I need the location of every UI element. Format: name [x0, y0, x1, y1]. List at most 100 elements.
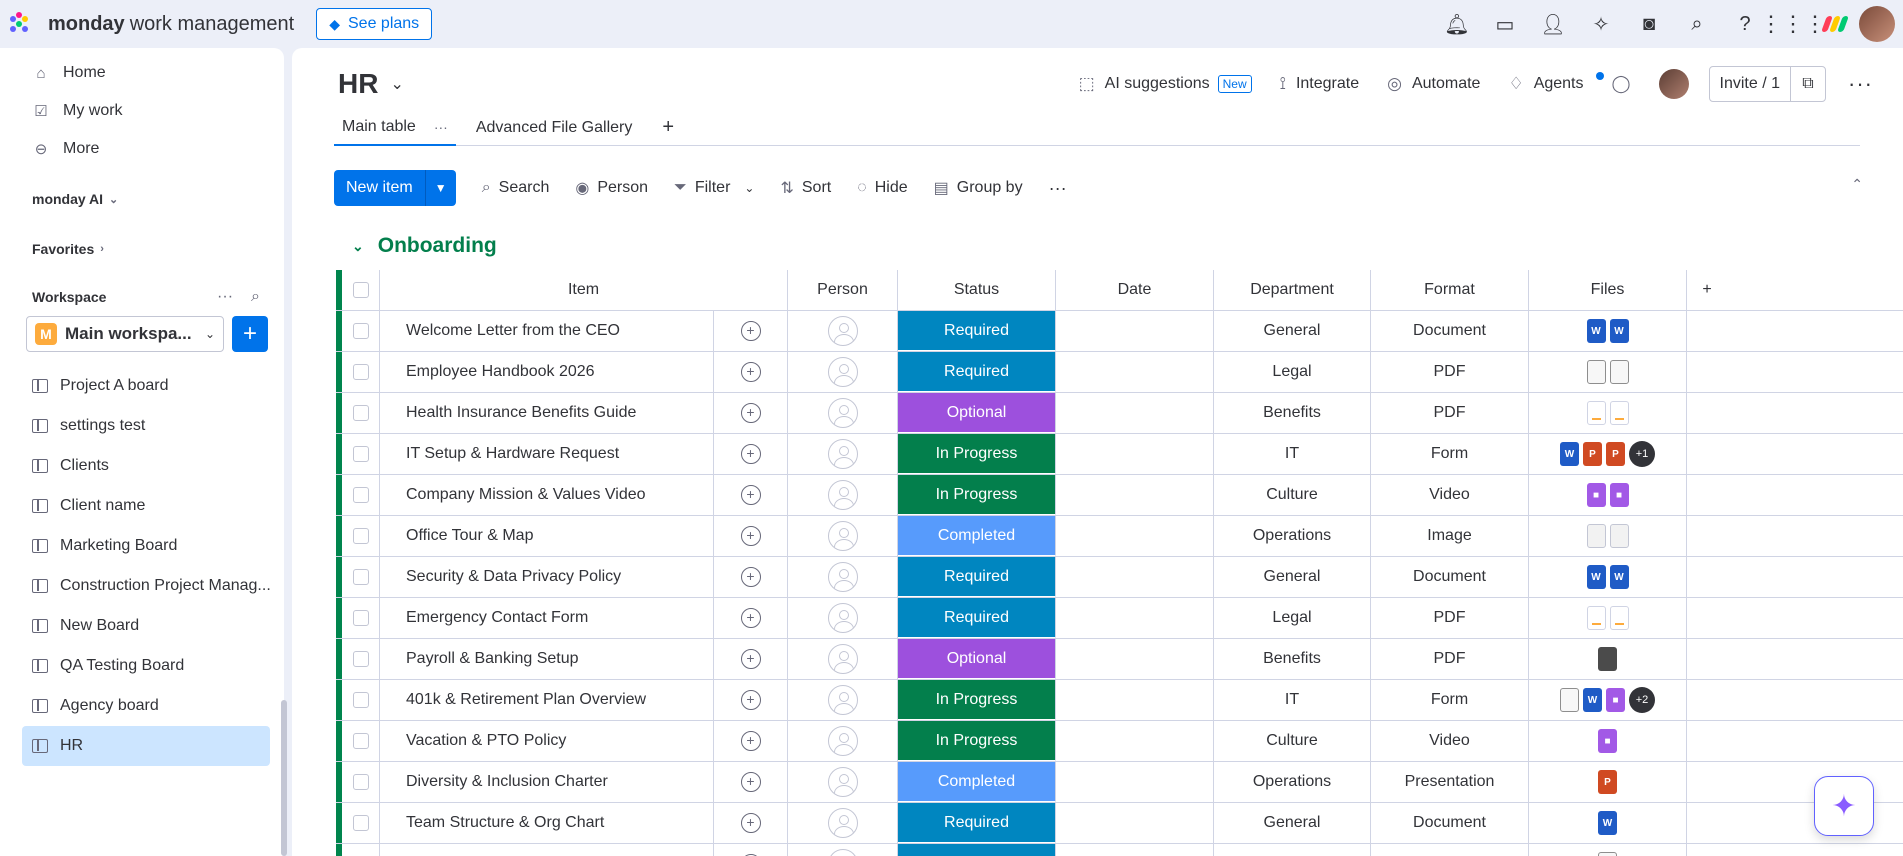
row-checkbox-cell[interactable]	[342, 475, 380, 515]
row-checkbox-cell[interactable]	[342, 557, 380, 597]
workspace-dropdown[interactable]: M Main workspa... ⌄	[26, 316, 224, 352]
person-cell[interactable]	[788, 475, 898, 515]
date-cell[interactable]	[1056, 721, 1214, 761]
date-cell[interactable]	[1056, 762, 1214, 802]
group-by-button[interactable]: ▤ Group by	[934, 178, 1023, 198]
add-to-workspace-button[interactable]: +	[232, 316, 268, 352]
item-name-cell[interactable]: Welcome Letter from the CEO	[380, 311, 714, 351]
add-update-icon[interactable]: +	[740, 731, 761, 751]
img-file-icon[interactable]	[1609, 524, 1629, 548]
add-update-cell[interactable]: +	[714, 639, 788, 679]
status-cell[interactable]: Required	[898, 598, 1056, 638]
date-cell[interactable]	[1056, 598, 1214, 638]
person-cell[interactable]	[788, 803, 898, 843]
files-cell[interactable]: WW	[1529, 557, 1687, 597]
item-name-cell[interactable]: Product Overview Training	[380, 844, 714, 856]
format-cell[interactable]: Document	[1371, 311, 1529, 351]
status-cell[interactable]: Required	[898, 557, 1056, 597]
format-cell[interactable]: Document	[1371, 557, 1529, 597]
date-cell[interactable]	[1056, 311, 1214, 351]
add-update-icon[interactable]: +	[740, 321, 761, 341]
table-row[interactable]: Emergency Contact Form + Required Legal PDF	[336, 598, 1903, 639]
format-cell[interactable]: PDF	[1371, 352, 1529, 392]
status-cell[interactable]: Required	[898, 352, 1056, 392]
date-cell[interactable]	[1056, 516, 1214, 556]
table-row[interactable]: Health Insurance Benefits Guide + Optional…	[336, 393, 1903, 434]
department-cell[interactable]: Operations	[1214, 516, 1371, 556]
table-row[interactable]: Diversity & Inclusion Charter + Completed O…	[336, 762, 1903, 803]
item-name-cell[interactable]: Employee Handbook 2026	[380, 352, 714, 392]
files-cell[interactable]: P	[1529, 762, 1687, 802]
video-file-icon[interactable]: ■	[1586, 483, 1606, 507]
column-header-files[interactable]: Files	[1529, 270, 1687, 310]
sidebar-item-home[interactable]: ⌂ Home	[0, 54, 284, 92]
date-cell[interactable]	[1056, 639, 1214, 679]
see-plans-button[interactable]: ◆ See plans	[316, 8, 433, 40]
word-file-icon[interactable]: W	[1586, 565, 1606, 589]
person-cell[interactable]	[788, 598, 898, 638]
pdf-file-icon[interactable]	[1609, 401, 1629, 425]
status-cell[interactable]: Optional	[898, 393, 1056, 433]
video-file-icon[interactable]: ■	[1598, 729, 1617, 753]
date-cell[interactable]	[1056, 352, 1214, 392]
status-cell[interactable]: Required	[898, 844, 1056, 856]
add-column-icon[interactable]: +	[1687, 270, 1727, 310]
column-header-department[interactable]: Department	[1214, 270, 1371, 310]
row-checkbox[interactable]	[352, 364, 369, 380]
new-item-button[interactable]: New item ▼	[334, 170, 456, 206]
integrate-button[interactable]: ⟟ Integrate	[1280, 74, 1359, 94]
tab-main-table[interactable]: Main table ···	[334, 110, 456, 146]
add-update-cell[interactable]: +	[714, 598, 788, 638]
person-filter-button[interactable]: ◉ Person	[575, 178, 648, 198]
ai-assistant-button[interactable]: ✦	[1814, 776, 1874, 836]
department-cell[interactable]: Culture	[1214, 475, 1371, 515]
person-cell[interactable]	[788, 393, 898, 433]
group-header[interactable]: ⌄ Onboarding	[352, 234, 497, 258]
sidebar-board-item[interactable]: New Board	[22, 606, 270, 646]
search-icon[interactable]: ⌕	[1673, 0, 1721, 48]
add-update-cell[interactable]: +	[714, 434, 788, 474]
add-update-cell[interactable]: +	[714, 516, 788, 556]
department-cell[interactable]: IT	[1214, 434, 1371, 474]
apps-puzzle-icon[interactable]: ✧	[1577, 0, 1625, 48]
person-cell[interactable]	[788, 762, 898, 802]
doc-file-icon[interactable]	[1609, 360, 1629, 384]
item-name-cell[interactable]: Health Insurance Benefits Guide	[380, 393, 714, 433]
filter-button[interactable]: ⏷ Filter ⌄	[674, 179, 754, 197]
word-file-icon[interactable]: W	[1598, 811, 1617, 835]
sort-button[interactable]: ⇅ Sort	[780, 178, 831, 198]
video-file-icon[interactable]: ■	[1606, 688, 1625, 712]
column-header-format[interactable]: Format	[1371, 270, 1529, 310]
date-cell[interactable]	[1056, 434, 1214, 474]
add-update-cell[interactable]: +	[714, 352, 788, 392]
add-update-icon[interactable]: +	[740, 608, 761, 628]
sidebar-board-item[interactable]: Agency board	[22, 686, 270, 726]
invite-button[interactable]: Invite / 1 ⧉	[1708, 66, 1827, 102]
inbox-icon[interactable]: ▭	[1481, 0, 1529, 48]
sidebar-board-item[interactable]: Project A board	[22, 366, 270, 406]
row-checkbox[interactable]	[352, 569, 369, 585]
row-checkbox[interactable]	[352, 651, 369, 667]
department-cell[interactable]: General	[1214, 311, 1371, 351]
row-checkbox-cell[interactable]	[342, 516, 380, 556]
automate-button[interactable]: ◎ Automate	[1387, 74, 1480, 94]
user-avatar[interactable]	[1859, 6, 1895, 42]
format-cell[interactable]: PDF	[1371, 598, 1529, 638]
department-cell[interactable]: Benefits	[1214, 393, 1371, 433]
word-file-icon[interactable]: W	[1583, 688, 1602, 712]
files-cell[interactable]: ■	[1529, 721, 1687, 761]
files-cell[interactable]	[1529, 352, 1687, 392]
table-row[interactable]: Office Tour & Map + Completed Operations Ima…	[336, 516, 1903, 557]
ppt-file-icon[interactable]: P	[1606, 442, 1625, 466]
status-cell[interactable]: Completed	[898, 516, 1056, 556]
format-cell[interactable]: Form	[1371, 680, 1529, 720]
sidebar-board-item[interactable]: settings test	[22, 406, 270, 446]
person-cell[interactable]	[788, 434, 898, 474]
word-file-icon[interactable]: W	[1586, 319, 1606, 343]
files-cell[interactable]	[1529, 844, 1687, 856]
item-name-cell[interactable]: Security & Data Privacy Policy	[380, 557, 714, 597]
more-files-badge[interactable]: +1	[1629, 441, 1655, 467]
app-grid-icon[interactable]: ⋮⋮⋮	[1760, 0, 1826, 48]
add-update-cell[interactable]: +	[714, 721, 788, 761]
add-update-cell[interactable]: +	[714, 393, 788, 433]
